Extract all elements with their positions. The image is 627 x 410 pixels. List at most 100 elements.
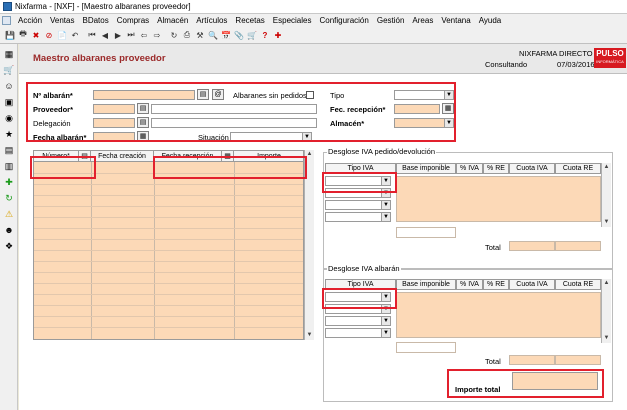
tipo-iva-select[interactable]: ▼: [325, 176, 391, 186]
menu-areas[interactable]: Areas: [408, 16, 437, 25]
menu-articulos[interactable]: Artículos: [192, 16, 231, 25]
iva-albaran-scrollbar[interactable]: ▲ ▼: [601, 279, 611, 343]
chevron-down-icon: ▼: [444, 119, 453, 127]
column-importe[interactable]: Importe: [234, 151, 305, 162]
help-icon[interactable]: ?: [259, 29, 271, 41]
fec-recepcion-input[interactable]: [394, 104, 440, 114]
mode-status: Consultando: [485, 60, 528, 69]
sin-pedidos-label: Albaranes sin pedidos: [233, 91, 307, 100]
scroll-down-icon[interactable]: ▼: [602, 218, 611, 227]
importe-total-value: [512, 372, 598, 390]
sin-pedidos-checkbox[interactable]: [306, 91, 314, 99]
menu-configuracion[interactable]: Configuración: [315, 16, 372, 25]
almacen-select[interactable]: ▼: [394, 118, 454, 128]
albaran-lookup-button[interactable]: ▤: [197, 89, 209, 100]
column-fecha-recepcion[interactable]: Fecha recepción: [154, 151, 222, 162]
undo-icon[interactable]: ↶: [69, 29, 81, 41]
plus-icon[interactable]: ✚: [3, 176, 15, 188]
cart-icon[interactable]: 🛒: [3, 64, 15, 76]
menu-ventana[interactable]: Ventana: [437, 16, 474, 25]
tipo-iva-select[interactable]: ▼: [325, 200, 391, 210]
scroll-down-icon[interactable]: ▼: [602, 334, 611, 343]
tipo-iva-select[interactable]: ▼: [325, 304, 391, 314]
calendar-icon[interactable]: 📅: [220, 29, 232, 41]
last-icon[interactable]: ⏭: [125, 29, 137, 41]
tools-icon[interactable]: ⚒: [194, 29, 206, 41]
pills-icon[interactable]: ◉: [3, 112, 15, 124]
scroll-up-icon[interactable]: ▲: [602, 279, 611, 288]
package-icon[interactable]: ▥: [3, 160, 15, 172]
save-icon[interactable]: 💾: [4, 29, 16, 41]
close-icon[interactable]: ✖: [30, 29, 42, 41]
column-cuota-iva: Cuota IVA: [509, 163, 555, 174]
puzzle-icon[interactable]: ❖: [3, 240, 15, 252]
tipo-iva-select[interactable]: ▼: [325, 188, 391, 198]
iva-pedido-scrollbar[interactable]: ▲ ▼: [601, 163, 611, 227]
calendar-button[interactable]: ▦: [442, 103, 454, 114]
star-icon[interactable]: ★: [3, 128, 15, 140]
tipo-iva-select[interactable]: ▼: [325, 292, 391, 302]
cancel-icon[interactable]: ⊘: [43, 29, 55, 41]
scroll-up-icon[interactable]: ▲: [305, 150, 314, 159]
proveedor-lookup-button[interactable]: ▤: [137, 103, 149, 114]
tipo-iva-select[interactable]: ▼: [325, 316, 391, 326]
iva-albaran-title: Desglose IVA albarán: [327, 264, 401, 273]
menu-gestion[interactable]: Gestión: [373, 16, 409, 25]
albaran-input[interactable]: [93, 90, 195, 100]
email-button[interactable]: @: [212, 89, 224, 100]
fecha-albaran-input[interactable]: [93, 132, 135, 142]
company-name: NIXFARMA DIRECTO: [519, 49, 593, 58]
calendar-icon[interactable]: ▦: [222, 151, 234, 162]
delegacion-lookup-button[interactable]: ▤: [137, 117, 149, 128]
menu-especiales[interactable]: Especiales: [269, 16, 316, 25]
document-icon[interactable]: 📄: [56, 29, 68, 41]
iva-pedido-rows: [396, 176, 601, 222]
column-numero[interactable]: Número*: [34, 151, 79, 162]
tipo-select[interactable]: ▼: [394, 90, 454, 100]
tipo-iva-select[interactable]: ▼: [325, 328, 391, 338]
delegacion-name-input[interactable]: [151, 118, 317, 128]
search-icon[interactable]: 🔍: [207, 29, 219, 41]
refresh-icon[interactable]: ↻: [3, 192, 15, 204]
column-picker-icon[interactable]: ▤: [79, 151, 91, 162]
cart-icon[interactable]: 🛒: [246, 29, 258, 41]
forward-icon[interactable]: ⇨: [151, 29, 163, 41]
delegacion-code-input[interactable]: [93, 118, 135, 128]
scroll-up-icon[interactable]: ▲: [602, 163, 611, 172]
calendar-button[interactable]: ▦: [137, 131, 149, 142]
alert-icon[interactable]: ✚: [272, 29, 284, 41]
calculator-icon[interactable]: ▦: [3, 48, 15, 60]
lines-table-scrollbar[interactable]: ▲ ▼: [304, 150, 314, 340]
menu-ventas[interactable]: Ventas: [46, 16, 78, 25]
column-fecha-creacion[interactable]: Fecha creación: [91, 151, 154, 162]
users-icon[interactable]: ☻: [3, 224, 15, 236]
menu-ayuda[interactable]: Ayuda: [475, 16, 506, 25]
chevron-down-icon: ▼: [444, 91, 453, 99]
prev-icon[interactable]: ◀: [99, 29, 111, 41]
menu-bdatos[interactable]: BDatos: [78, 16, 112, 25]
total-cuota-iva: [509, 241, 555, 251]
proveedor-code-input[interactable]: [93, 104, 135, 114]
menu-recetas[interactable]: Recetas: [231, 16, 268, 25]
back-icon[interactable]: ⇦: [138, 29, 150, 41]
column-pct-iva: % IVA: [456, 163, 483, 174]
printer-icon[interactable]: ⎙: [181, 29, 193, 41]
proveedor-name-input[interactable]: [151, 104, 317, 114]
scroll-down-icon[interactable]: ▼: [305, 331, 314, 340]
attach-icon[interactable]: 📎: [233, 29, 245, 41]
chart-icon[interactable]: ▤: [3, 144, 15, 156]
situacion-select[interactable]: ▼: [230, 132, 312, 142]
menu-almacen[interactable]: Almacén: [153, 16, 192, 25]
box-icon[interactable]: ▣: [3, 96, 15, 108]
tipo-iva-select[interactable]: ▼: [325, 212, 391, 222]
system-menu-icon[interactable]: [2, 16, 11, 25]
warning-icon[interactable]: ⚠: [3, 208, 15, 220]
first-icon[interactable]: ⏮: [86, 29, 98, 41]
next-icon[interactable]: ▶: [112, 29, 124, 41]
menu-accion[interactable]: Acción: [14, 16, 46, 25]
column-tipo-iva: Tipo IVA: [325, 163, 396, 174]
refresh-icon[interactable]: ↻: [168, 29, 180, 41]
print-icon[interactable]: 🖶: [17, 29, 29, 41]
menu-compras[interactable]: Compras: [113, 16, 153, 25]
person-icon[interactable]: ☺: [3, 80, 15, 92]
